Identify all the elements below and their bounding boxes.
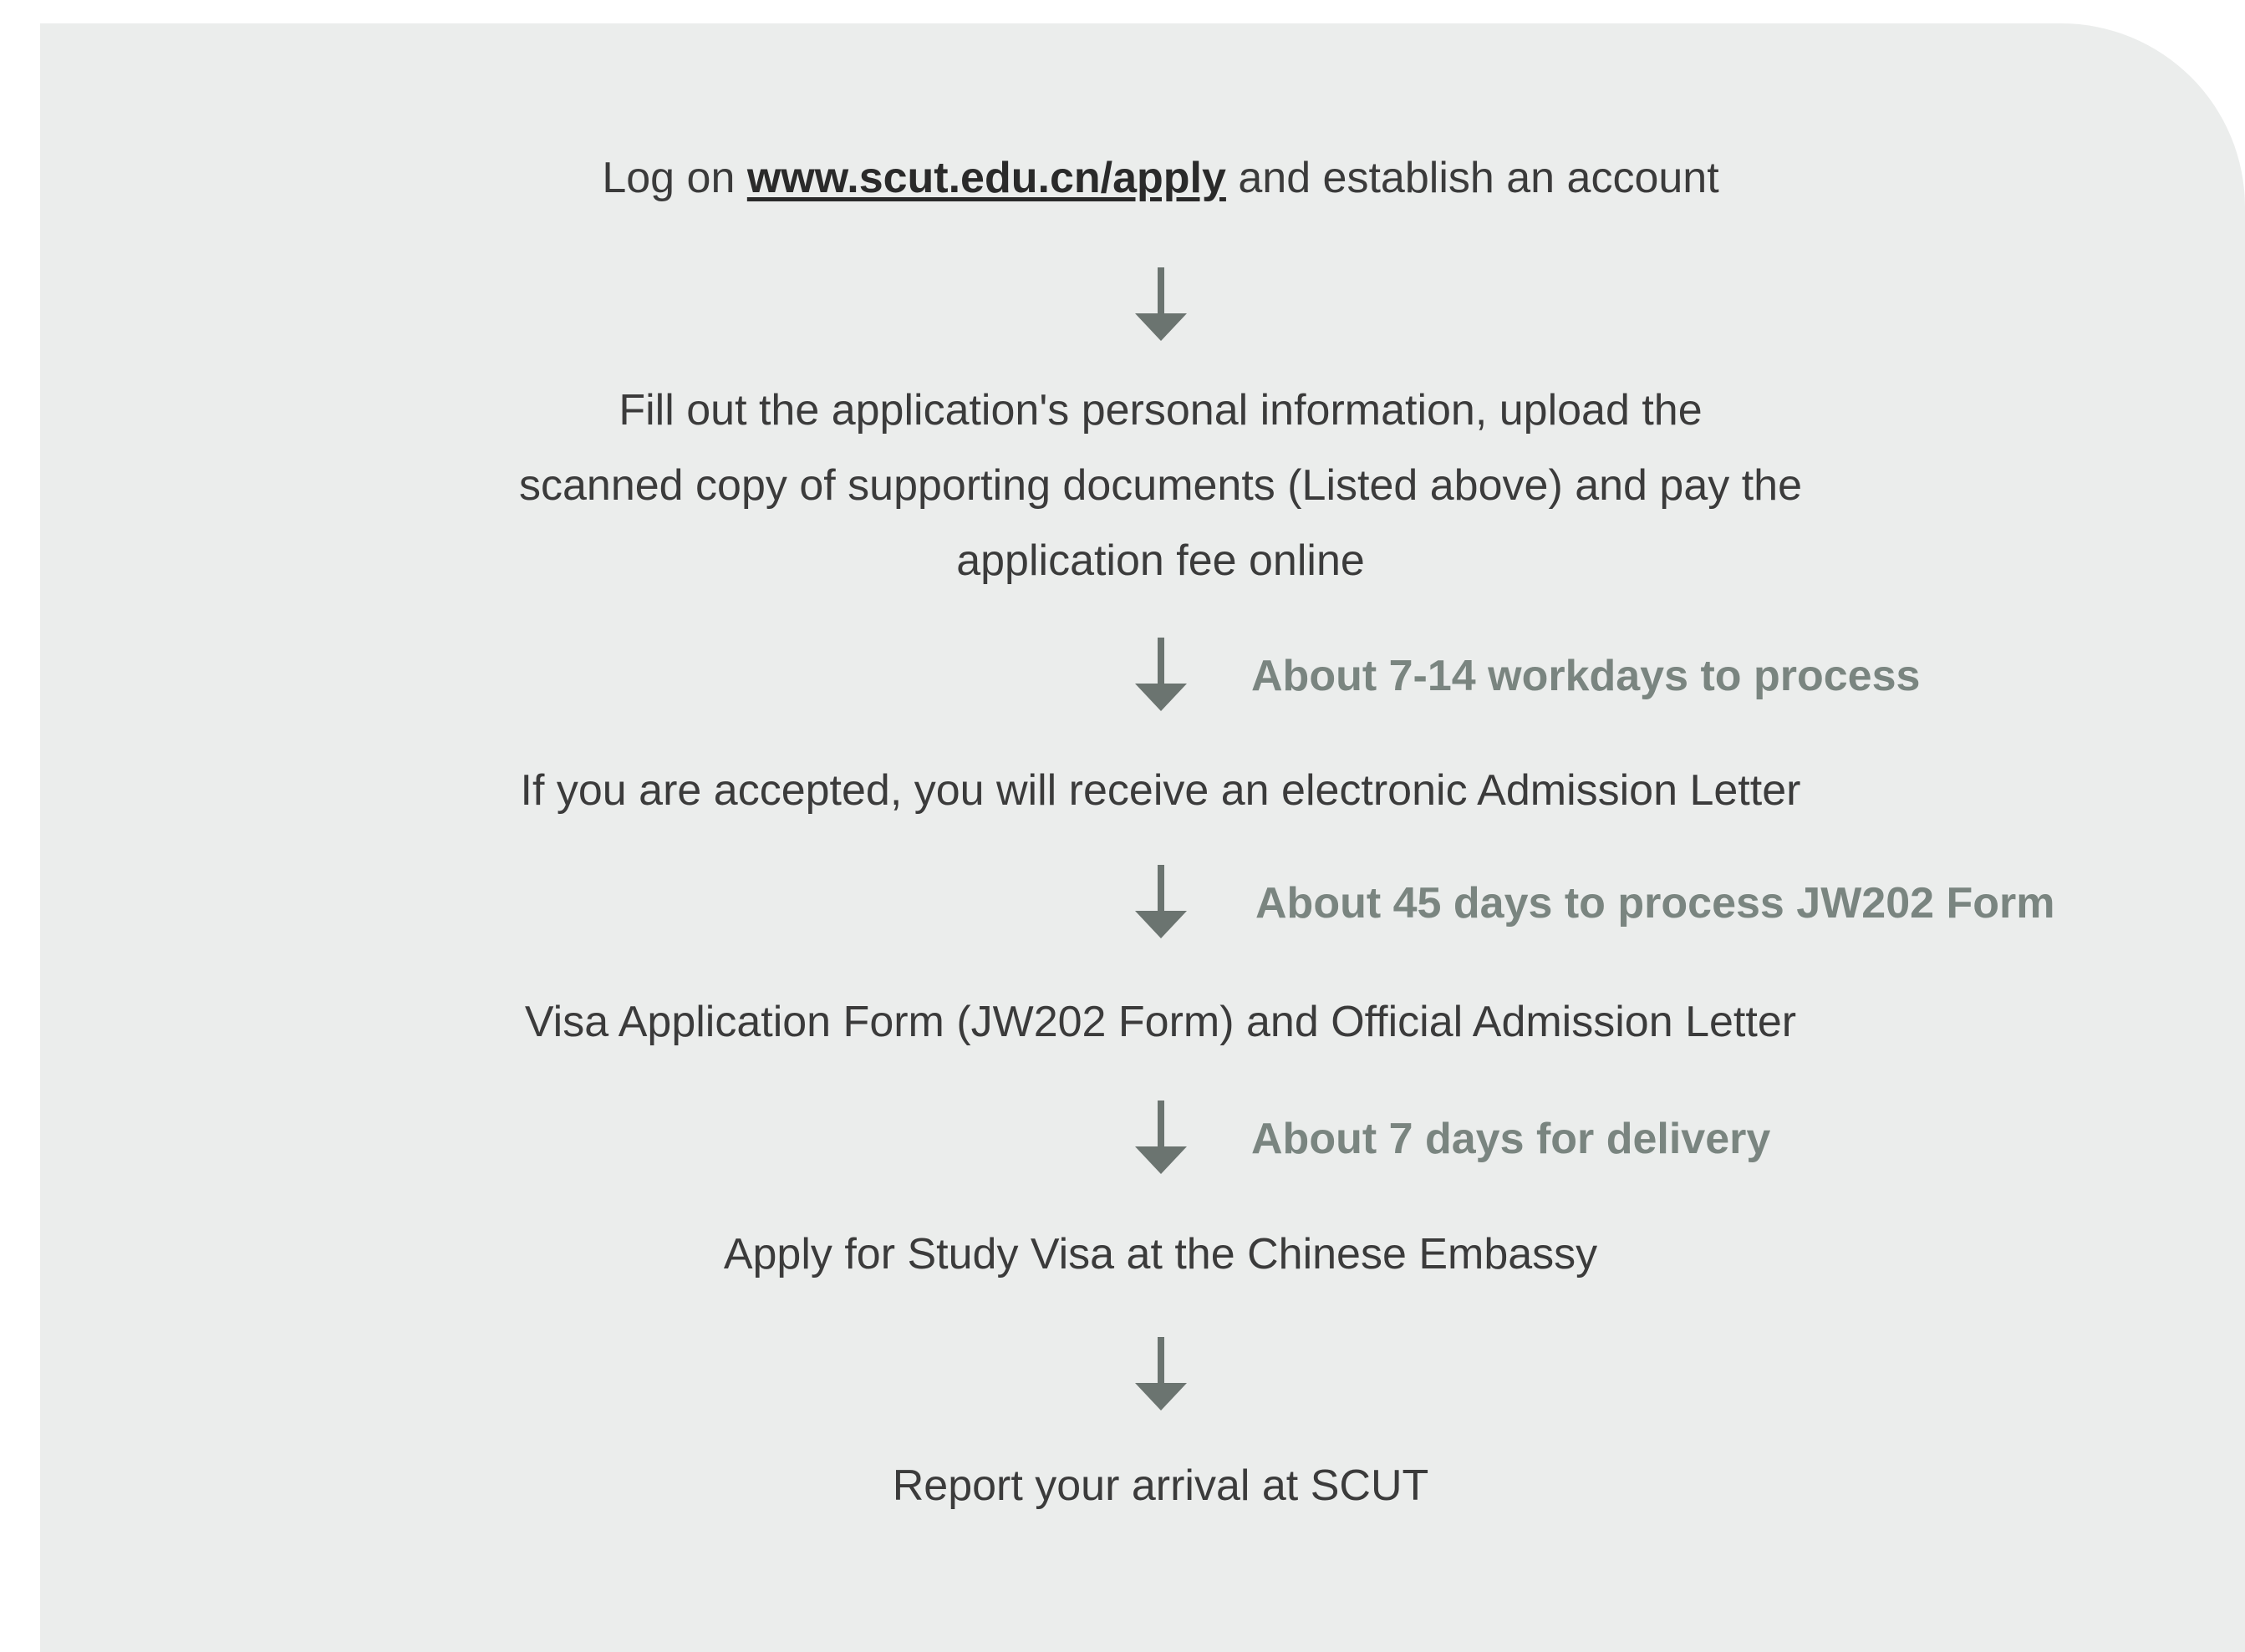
apply-link[interactable]: www.scut.edu.cn/apply	[747, 154, 1226, 202]
note-delivery-time: About 7 days for delivery	[1251, 1115, 1771, 1163]
step-visa-form: Visa Application Form (JW202 Form) and O…	[524, 998, 1797, 1046]
arrow-down-icon	[1132, 1337, 1190, 1412]
arrow-down-icon	[1132, 865, 1190, 940]
step-create-account: Log on www.scut.edu.cn/apply and establi…	[0, 140, 2245, 216]
step-admission-letter: If you are accepted, you will receive an…	[520, 766, 1801, 815]
arrow-down-icon	[1132, 638, 1190, 713]
arrow-down-icon	[1132, 1100, 1190, 1176]
step-apply-visa: Apply for Study Visa at the Chinese Emba…	[723, 1230, 1598, 1278]
step-fill-application: Fill out the application's personal info…	[0, 373, 2245, 598]
step-fill-application-line-1: Fill out the application's personal info…	[619, 386, 1703, 435]
note-processing-time: About 7-14 workdays to process	[1251, 652, 1921, 700]
step-fill-application-line-3: application fee online	[956, 536, 1365, 585]
step-fill-application-line-2: scanned copy of supporting documents (Li…	[519, 461, 1802, 510]
step-create-account-suffix: and establish an account	[1225, 154, 1719, 202]
arrow-down-icon	[1132, 267, 1190, 343]
note-jw202-processing: About 45 days to process JW202 Form	[1255, 879, 2055, 928]
step-report-arrival: Report your arrival at SCUT	[892, 1461, 1429, 1510]
step-create-account-prefix: Log on	[602, 154, 747, 202]
